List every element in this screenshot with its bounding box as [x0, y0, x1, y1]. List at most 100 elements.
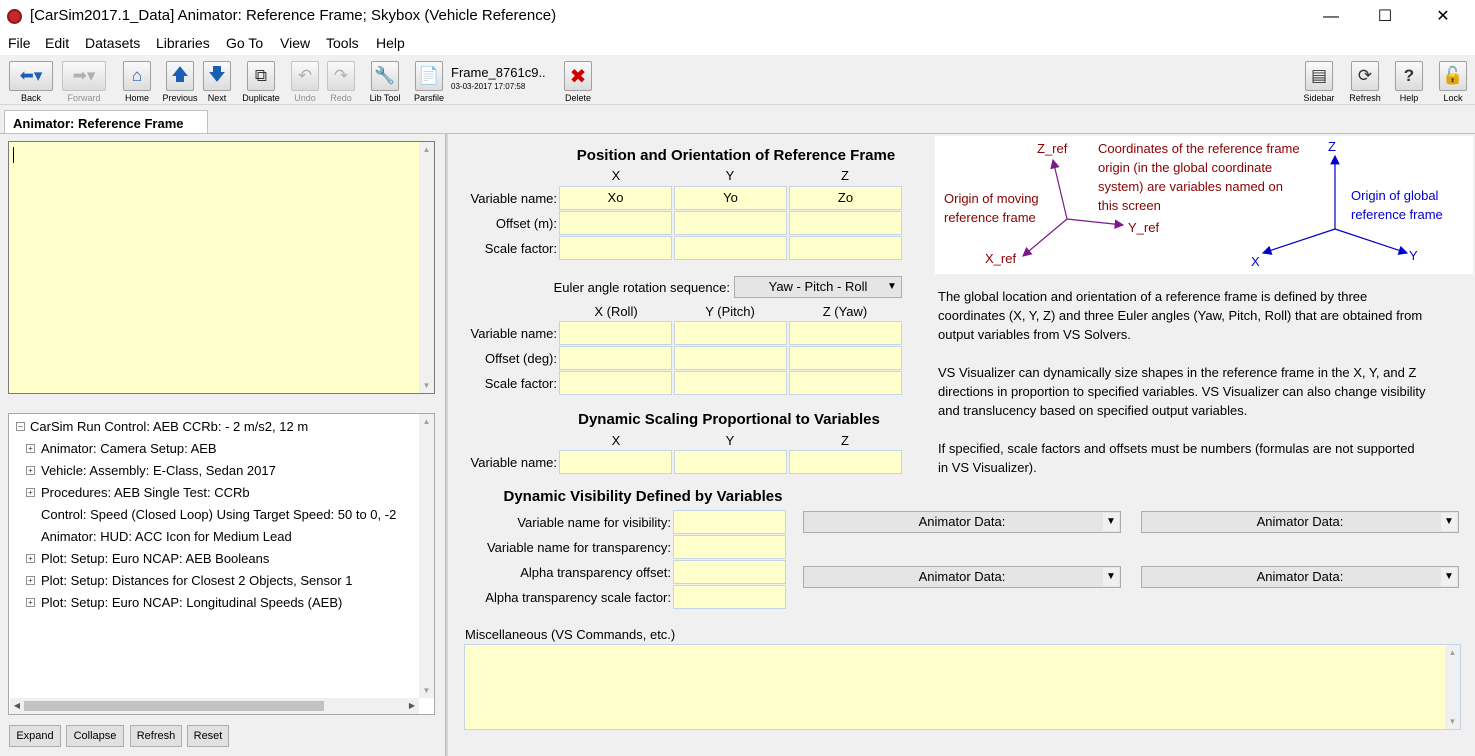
x-ref-label: X_ref [985, 251, 1017, 266]
euler-offset-yaw-field[interactable] [789, 346, 902, 370]
expand-button[interactable]: Expand [9, 725, 61, 747]
home-button[interactable]: ⌂ Home [120, 59, 154, 103]
reference-frame-diagram: Z_ref Y_ref X_ref Z Y X Origin of moving… [935, 136, 1473, 274]
scroll-up-icon[interactable]: ▲ [419, 142, 434, 157]
notes-textarea[interactable]: ▲ ▼ [8, 141, 435, 394]
expand-icon[interactable]: + [26, 576, 35, 585]
menu-libraries[interactable]: Libraries [156, 35, 210, 51]
libtool-button[interactable]: 🔧 Lib Tool [364, 59, 406, 103]
tab-underline [0, 133, 1475, 134]
scroll-down-icon[interactable]: ▼ [419, 378, 434, 393]
animator-data-select-3[interactable]: Animator Data: ▼ [803, 566, 1121, 588]
collapse-button[interactable]: Collapse [66, 725, 124, 747]
animator-data-select-2[interactable]: Animator Data: ▼ [1141, 511, 1459, 533]
pos-var-z-field[interactable]: Zo [789, 186, 902, 210]
menu-datasets[interactable]: Datasets [85, 35, 140, 51]
lock-icon: 🔓 [1439, 61, 1467, 91]
col-z: Z [841, 168, 849, 183]
euler-offset-roll-field[interactable] [559, 346, 672, 370]
scroll-down-icon[interactable]: ▼ [1445, 714, 1460, 729]
sidebar-button[interactable]: ▤ Sidebar [1300, 59, 1338, 103]
duplicate-button[interactable]: ⧉ Duplicate [238, 59, 284, 103]
euler-scale-pitch-field[interactable] [674, 371, 787, 395]
scroll-right-icon[interactable]: ▶ [405, 698, 419, 714]
reset-button[interactable]: Reset [187, 725, 229, 747]
menu-file[interactable]: File [8, 35, 31, 51]
pos-offset-x-field[interactable] [559, 211, 672, 235]
pos-scale-z-field[interactable] [789, 236, 902, 260]
pos-var-y-field[interactable]: Yo [674, 186, 787, 210]
scroll-up-icon[interactable]: ▲ [419, 414, 434, 429]
misc-scrollbar[interactable]: ▲ ▼ [1445, 645, 1460, 729]
redo-icon: ↷ [327, 61, 355, 91]
tree-hscrollbar[interactable]: ◀ ▶ [10, 698, 419, 714]
collapse-icon[interactable]: – [16, 422, 25, 431]
tab-reference-frame[interactable]: Animator: Reference Frame [4, 110, 208, 134]
delete-button[interactable]: ✖ Delete [561, 59, 595, 103]
pos-offset-label: Offset (m): [495, 216, 557, 231]
parsfile-button[interactable]: 📄 Parsfile [412, 59, 446, 103]
expand-icon[interactable]: + [26, 466, 35, 475]
menu-view[interactable]: View [280, 35, 310, 51]
close-button[interactable]: ✕ [1420, 0, 1466, 33]
animator-data-select-1[interactable]: Animator Data: ▼ [803, 511, 1121, 533]
redo-button[interactable]: ↷ Redo [324, 59, 358, 103]
scale-col-x: X [611, 433, 621, 448]
euler-var-roll-field[interactable] [559, 321, 672, 345]
refresh-icon: ⟳ [1351, 61, 1379, 91]
scroll-up-icon[interactable]: ▲ [1445, 645, 1460, 660]
up-arrow-icon: 🡅 [166, 61, 194, 91]
expand-icon[interactable]: + [26, 554, 35, 563]
pos-offset-z-field[interactable] [789, 211, 902, 235]
alpha-offset-field[interactable] [673, 560, 786, 584]
dataset-name[interactable]: Frame_8761c9.. [451, 65, 546, 80]
next-button[interactable]: 🡇 Next [200, 59, 234, 103]
forward-button[interactable]: ➡▾ Forward [59, 59, 109, 103]
pos-scale-x-field[interactable] [559, 236, 672, 260]
menu-help[interactable]: Help [376, 35, 405, 51]
scroll-down-icon[interactable]: ▼ [419, 683, 434, 698]
animator-data-select-4[interactable]: Animator Data: ▼ [1141, 566, 1459, 588]
euler-var-yaw-field[interactable] [789, 321, 902, 345]
misc-commands-textarea[interactable]: ▲ ▼ [464, 644, 1461, 730]
euler-scale-roll-field[interactable] [559, 371, 672, 395]
scaling-y-field[interactable] [674, 450, 787, 474]
menu-tools[interactable]: Tools [326, 35, 359, 51]
visibility-var-field[interactable] [673, 510, 786, 534]
euler-scale-yaw-field[interactable] [789, 371, 902, 395]
pos-scale-y-field[interactable] [674, 236, 787, 260]
expand-icon[interactable]: + [26, 598, 35, 607]
euler-var-pitch-field[interactable] [674, 321, 787, 345]
transparency-var-field[interactable] [673, 535, 786, 559]
previous-button[interactable]: 🡅 Previous [160, 59, 200, 103]
pos-offset-y-field[interactable] [674, 211, 787, 235]
col-roll: X (Roll) [594, 304, 638, 319]
euler-offset-pitch-field[interactable] [674, 346, 787, 370]
alpha-scale-field[interactable] [673, 585, 786, 609]
scroll-left-icon[interactable]: ◀ [10, 698, 24, 714]
duplicate-icon: ⧉ [247, 61, 275, 91]
pos-var-x-field[interactable]: Xo [559, 186, 672, 210]
undo-button[interactable]: ↶ Undo [288, 59, 322, 103]
tree-refresh-button[interactable]: Refresh [130, 725, 182, 747]
notes-scrollbar[interactable]: ▲ ▼ [419, 142, 434, 393]
maximize-button[interactable]: ☐ [1362, 0, 1408, 33]
pos-var-label: Variable name: [470, 191, 557, 206]
menu-edit[interactable]: Edit [45, 35, 69, 51]
expand-icon[interactable]: + [26, 488, 35, 497]
minimize-button[interactable]: — [1308, 0, 1354, 33]
scroll-thumb[interactable] [24, 701, 324, 711]
menu-goto[interactable]: Go To [226, 35, 263, 51]
dataset-tree[interactable]: – CarSim Run Control: AEB CCRb: - 2 m/s2… [8, 413, 435, 715]
expand-icon[interactable]: + [26, 444, 35, 453]
euler-sequence-select[interactable]: Yaw - Pitch - Roll ▼ [734, 276, 902, 298]
visibility-var-label: Variable name for visibility: [517, 515, 671, 530]
back-button[interactable]: ⬅▾ Back [6, 59, 56, 103]
lock-button[interactable]: 🔓 Lock [1436, 59, 1470, 103]
forward-arrow-icon: ➡▾ [62, 61, 106, 91]
help-button[interactable]: ? Help [1392, 59, 1426, 103]
refresh-button[interactable]: ⟳ Refresh [1346, 59, 1384, 103]
scaling-z-field[interactable] [789, 450, 902, 474]
scaling-x-field[interactable] [559, 450, 672, 474]
tree-vscrollbar[interactable]: ▲ ▼ [419, 414, 434, 698]
